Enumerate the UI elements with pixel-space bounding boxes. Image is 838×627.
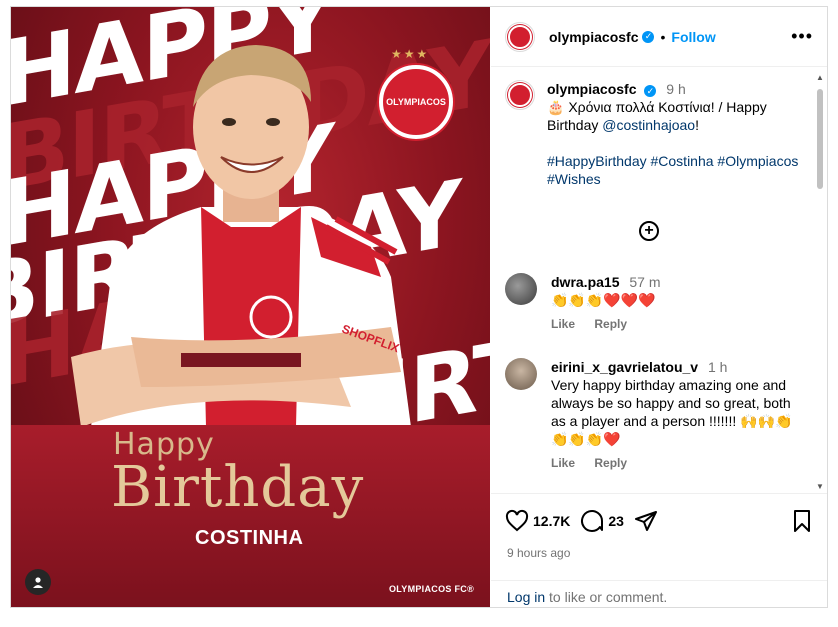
comment-time: 1 h — [707, 359, 728, 375]
caption-username[interactable]: olympiacosfc — [547, 81, 636, 97]
player-name: COSTINHA — [195, 527, 304, 549]
post-frame: HAPPY BIRTHDAY HAPPY BIRTHDAY HAPPY BIRT… — [10, 6, 828, 608]
commenter-avatar[interactable] — [505, 358, 537, 390]
comment-item: eirini_x_gavrielatou_v 1 h Very happy bi… — [505, 358, 805, 470]
scroll-up-arrow-icon[interactable]: ▲ — [816, 73, 824, 82]
like-comment-button[interactable]: Like — [551, 317, 575, 331]
separator-dot: • — [660, 28, 666, 45]
post-image[interactable]: HAPPY BIRTHDAY HAPPY BIRTHDAY HAPPY BIRT… — [11, 7, 490, 607]
crest-stars: ★★★ — [391, 47, 430, 61]
player-photo: SHOPFLIX — [71, 45, 411, 427]
reply-button[interactable]: Reply — [594, 317, 627, 331]
comment-text: Very happy birthday amazing one and alwa… — [551, 377, 793, 447]
hashtags[interactable]: #HappyBirthday #Costinha #Olympiacos #Wi… — [547, 152, 805, 188]
caption-time: 9 h — [666, 81, 686, 97]
like-heart-icon[interactable] — [505, 509, 529, 533]
comment-bubble-icon[interactable] — [580, 509, 604, 533]
scroll-down-arrow-icon[interactable]: ▼ — [816, 482, 824, 491]
more-options-icon[interactable]: ••• — [791, 26, 813, 47]
comment-username[interactable]: eirini_x_gavrielatou_v — [551, 359, 698, 375]
caption-avatar[interactable] — [505, 80, 535, 110]
likes-count[interactable]: 12.7K — [533, 513, 570, 529]
verified-icon: ✓ — [642, 30, 655, 43]
login-rest-text: to like or comment. — [545, 589, 668, 605]
user-icon — [33, 577, 43, 588]
comment-time: 57 m — [629, 274, 661, 290]
follow-button[interactable]: Follow — [671, 29, 715, 45]
caption: olympiacosfc ✓ 9 h 🎂 Χρόνια πολλά Κοστίν… — [505, 80, 805, 188]
post-side-panel: olympiacosfc ✓ • Follow ••• olympiacosfc… — [491, 7, 827, 607]
tagged-users-button[interactable] — [25, 569, 51, 595]
comments-count[interactable]: 23 — [608, 513, 624, 529]
post-header: olympiacosfc ✓ • Follow ••• — [491, 7, 827, 67]
post-timestamp[interactable]: 9 hours ago — [507, 546, 570, 560]
brand-mark: OLYMPIACOS FC® — [389, 584, 475, 594]
scrollbar[interactable]: ▲ ▼ — [815, 73, 825, 491]
club-crest: OLYMPIACOS — [379, 65, 453, 139]
verified-icon: ✓ — [644, 85, 657, 97]
save-bookmark-icon[interactable] — [791, 509, 813, 533]
birthday-text: Birthday — [111, 455, 365, 520]
commenter-avatar[interactable] — [505, 273, 537, 305]
header-username[interactable]: olympiacosfc — [549, 29, 638, 45]
scrollbar-thumb[interactable] — [817, 89, 823, 189]
load-more-comments-button[interactable]: + — [639, 221, 659, 241]
login-bar: Log in to like or comment. — [491, 580, 827, 609]
post-actions: 12.7K 23 9 hours ago Log in to like or c… — [491, 493, 827, 608]
login-link[interactable]: Log in — [507, 589, 545, 605]
cake-emoji: 🎂 — [547, 99, 565, 115]
reply-button[interactable]: Reply — [594, 456, 627, 470]
like-comment-button[interactable]: Like — [551, 456, 575, 470]
profile-avatar[interactable] — [505, 21, 535, 52]
comment-text: 👏👏👏❤️❤️❤️ — [551, 292, 656, 308]
comment-item: dwra.pa15 57 m 👏👏👏❤️❤️❤️ Like Reply — [505, 273, 805, 331]
comment-username[interactable]: dwra.pa15 — [551, 274, 619, 290]
share-plane-icon[interactable] — [634, 509, 658, 533]
mention-link[interactable]: @costinhajoao — [602, 117, 695, 133]
comments-scroll-area[interactable]: olympiacosfc ✓ 9 h 🎂 Χρόνια πολλά Κοστίν… — [491, 68, 827, 492]
